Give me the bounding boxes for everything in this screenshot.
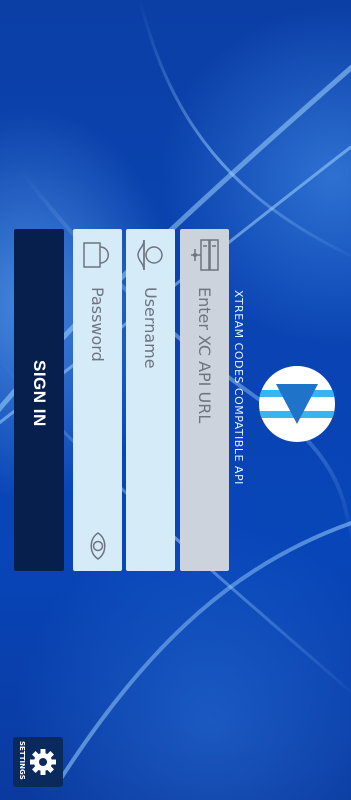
- play-down-triangle-icon: [259, 384, 335, 424]
- tagline: XTREAM CODES COMPATIBLE API: [230, 290, 246, 510]
- sign-in-label: SIGN IN: [30, 360, 49, 427]
- username-input[interactable]: Username: [140, 287, 160, 369]
- settings-label: SETTINGS: [18, 741, 26, 780]
- login-screen: XTREAM CODES COMPATIBLE API Enter XC API…: [0, 0, 351, 800]
- eye-icon[interactable]: [83, 531, 113, 561]
- tagline-text: XTREAM CODES COMPATIBLE API: [232, 290, 245, 485]
- password-field[interactable]: Password: [73, 229, 122, 571]
- sign-in-button[interactable]: SIGN IN: [14, 229, 64, 571]
- server-network-icon: [188, 237, 221, 273]
- lock-icon: [81, 237, 114, 273]
- settings-button[interactable]: SETTINGS: [13, 737, 63, 787]
- url-field[interactable]: Enter XC API URL: [180, 229, 229, 571]
- gear-icon: [29, 748, 57, 776]
- app-logo: [259, 366, 335, 442]
- user-icon: [134, 237, 167, 273]
- url-input[interactable]: Enter XC API URL: [194, 287, 214, 423]
- password-input[interactable]: Password: [87, 287, 107, 362]
- username-field[interactable]: Username: [126, 229, 175, 571]
